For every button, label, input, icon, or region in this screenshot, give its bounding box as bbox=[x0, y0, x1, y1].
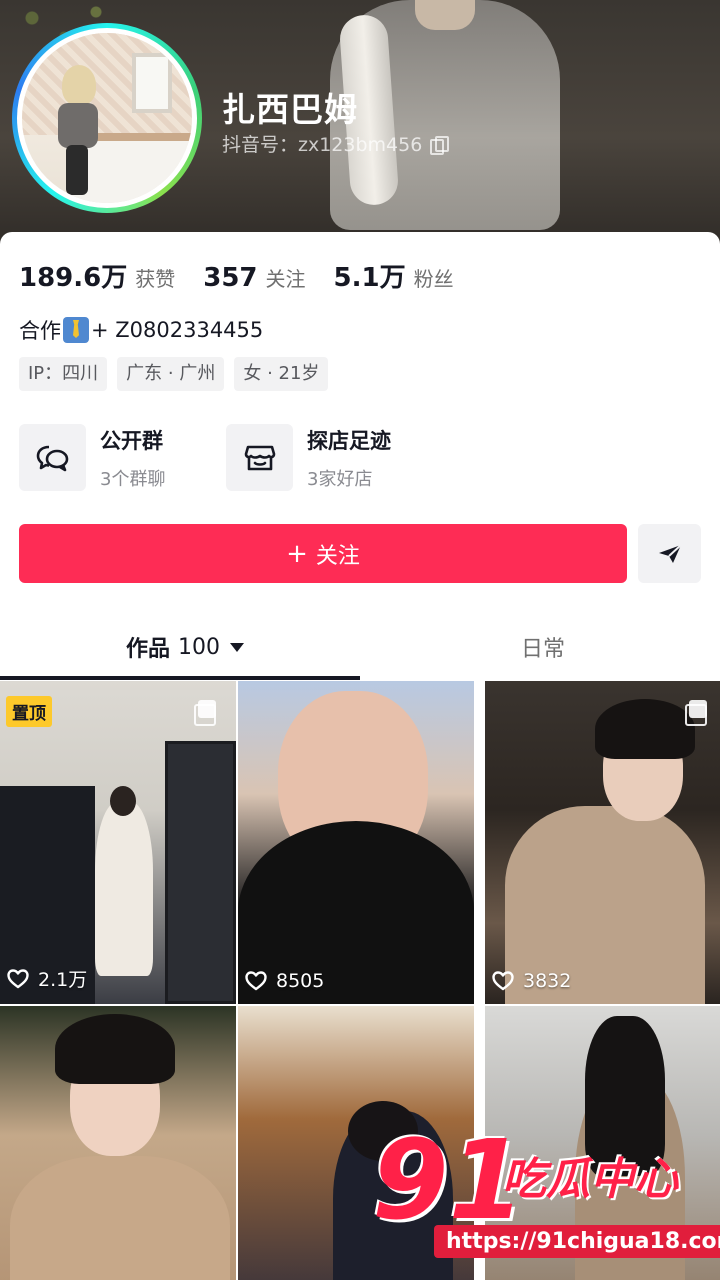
stat-followers[interactable]: 5.1万 粉丝 bbox=[334, 257, 454, 294]
profile-card: 189.6万 获赞 357 关注 5.1万 粉丝 合作 + Z080233445… bbox=[0, 232, 720, 1280]
stat-likes[interactable]: 189.6万 获赞 bbox=[19, 257, 175, 294]
stats-row: 189.6万 获赞 357 关注 5.1万 粉丝 bbox=[19, 257, 482, 294]
stat-value: 357 bbox=[203, 263, 258, 293]
follow-button[interactable]: + 关注 bbox=[19, 524, 627, 583]
video-thumbnail[interactable]: 3832 bbox=[485, 681, 720, 1004]
group-chat-icon bbox=[19, 424, 86, 491]
share-button[interactable] bbox=[638, 524, 701, 583]
avatar bbox=[22, 33, 192, 203]
feature-public-group[interactable]: 公开群 3个群聊 bbox=[19, 424, 226, 491]
banner-figure-neck bbox=[415, 0, 475, 30]
watermark-url: https://91chigua18.com bbox=[434, 1225, 720, 1258]
heart-icon bbox=[7, 968, 29, 988]
tab-works-count: 100 bbox=[178, 634, 221, 660]
username: 扎西巴姆 bbox=[222, 90, 358, 129]
tab-active-indicator bbox=[0, 676, 360, 680]
like-count-value: 2.1万 bbox=[38, 969, 88, 991]
douyin-id-text: 抖音号：zx123bm456 bbox=[222, 134, 423, 156]
like-count-value: 3832 bbox=[523, 970, 572, 992]
necktie-icon bbox=[63, 317, 89, 343]
video-thumbnail[interactable]: 置顶 2.1万 bbox=[0, 681, 236, 1004]
heart-icon bbox=[245, 971, 267, 991]
like-count: 3832 bbox=[492, 970, 571, 992]
like-count: 8505 bbox=[245, 970, 324, 992]
video-thumbnail[interactable] bbox=[0, 1006, 236, 1280]
stat-label: 获赞 bbox=[135, 267, 176, 291]
multi-image-icon bbox=[685, 700, 707, 726]
douyin-id[interactable]: 抖音号：zx123bm456 bbox=[222, 130, 450, 157]
avatar-ring[interactable] bbox=[12, 23, 202, 213]
bio-contact: + Z0802334455 bbox=[91, 318, 264, 342]
watermark-brand: 吃瓜中心 bbox=[502, 1154, 678, 1205]
content-tabs: 作品 100 日常 bbox=[0, 612, 720, 682]
follow-label: 关注 bbox=[315, 543, 360, 569]
stat-following[interactable]: 357 关注 bbox=[203, 263, 305, 293]
like-count: 2.1万 bbox=[7, 965, 87, 992]
stat-value: 189.6万 bbox=[19, 263, 128, 293]
multi-image-icon bbox=[194, 700, 216, 726]
watermark: 91 吃瓜中心 https://91chigua18.com bbox=[372, 1125, 720, 1275]
heart-icon bbox=[492, 971, 514, 991]
feature-title: 探店足迹 bbox=[307, 428, 391, 453]
plus-icon: + bbox=[286, 538, 308, 569]
tab-works[interactable]: 作品 100 bbox=[126, 612, 245, 682]
video-thumbnail[interactable]: 8505 bbox=[238, 681, 474, 1004]
tab-works-label: 作品 bbox=[126, 637, 171, 662]
bio-prefix: 合作 bbox=[19, 319, 61, 343]
feature-row: 公开群 3个群聊 探店足迹 3家好店 bbox=[19, 424, 433, 491]
tab-daily[interactable]: 日常 bbox=[521, 612, 565, 682]
like-count-value: 8505 bbox=[276, 970, 325, 992]
feature-store-visits[interactable]: 探店足迹 3家好店 bbox=[226, 424, 433, 491]
feature-title: 公开群 bbox=[100, 428, 163, 453]
stat-label: 关注 bbox=[265, 267, 306, 291]
copy-icon[interactable] bbox=[430, 135, 450, 155]
tab-daily-label: 日常 bbox=[521, 637, 566, 662]
bio: 合作 + Z0802334455 bbox=[19, 315, 263, 345]
pinned-badge: 置顶 bbox=[6, 696, 52, 727]
tag-gender-age: 女 · 21岁 bbox=[234, 357, 329, 391]
send-icon bbox=[658, 543, 682, 563]
tag-location: 广东 · 广州 bbox=[117, 357, 225, 391]
feature-subtitle: 3家好店 bbox=[307, 468, 373, 490]
tag-ip: IP：四川 bbox=[19, 357, 108, 391]
stat-value: 5.1万 bbox=[333, 263, 406, 293]
profile-tags: IP：四川 广东 · 广州 女 · 21岁 bbox=[19, 357, 329, 391]
feature-subtitle: 3个群聊 bbox=[100, 468, 166, 490]
stat-label: 粉丝 bbox=[413, 267, 454, 291]
store-icon bbox=[226, 424, 293, 491]
caret-down-icon bbox=[230, 642, 245, 652]
